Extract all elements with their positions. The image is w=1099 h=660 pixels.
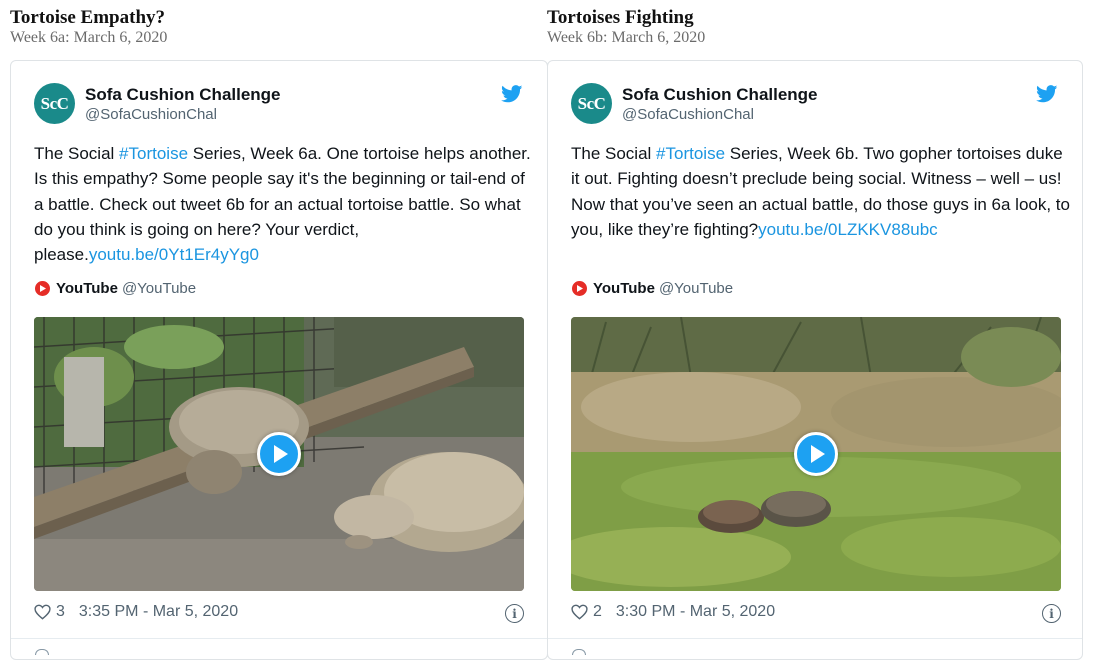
video-thumbnail[interactable] — [571, 317, 1061, 591]
youtube-icon — [572, 281, 587, 296]
tweet-text: The Social #Tortoise Series, Week 6b. Tw… — [571, 141, 1071, 242]
embedded-tweet[interactable]: ScC Sofa Cushion Challenge @SofaCushionC… — [10, 60, 548, 660]
youtube-icon — [35, 281, 50, 296]
account-name[interactable]: Sofa Cushion Challenge — [85, 85, 281, 105]
tweet-timestamp[interactable]: 3:35 PM - Mar 5, 2020 — [79, 603, 238, 621]
hashtag-link[interactable]: #Tortoise — [656, 144, 725, 163]
play-icon[interactable] — [794, 432, 838, 476]
twitter-bird-icon[interactable] — [1036, 85, 1058, 103]
reply-icon[interactable] — [35, 649, 49, 655]
post-title: Tortoise Empathy? — [10, 7, 166, 28]
post-subtitle: Week 6b: March 6, 2020 — [547, 29, 706, 46]
info-icon[interactable]: i — [505, 604, 524, 623]
embedded-tweet[interactable]: ScC Sofa Cushion Challenge @SofaCushionC… — [547, 60, 1083, 660]
heart-icon[interactable] — [571, 604, 588, 620]
video-link[interactable]: youtu.be/0LZKKV88ubc — [758, 220, 938, 239]
avatar[interactable]: ScC — [34, 83, 75, 124]
video-thumbnail[interactable] — [34, 317, 524, 591]
source-name: YouTube — [593, 280, 655, 297]
like-count: 2 — [593, 603, 602, 620]
footer-divider — [11, 638, 547, 639]
avatar[interactable]: ScC — [571, 83, 612, 124]
source-handle: @YouTube — [658, 280, 734, 297]
tweet-text-start: The Social — [571, 144, 657, 163]
account-handle[interactable]: @SofaCushionChal — [622, 106, 754, 123]
source-name: YouTube — [56, 280, 118, 297]
youtube-attribution[interactable]: YouTube @YouTube — [35, 280, 196, 297]
post-column-6b: Tortoises Fighting Week 6b: March 6, 202… — [547, 0, 1083, 660]
info-icon[interactable]: i — [1042, 604, 1061, 623]
source-handle: @YouTube — [121, 280, 197, 297]
video-link[interactable]: youtu.be/0Yt1Er4yYg0 — [89, 245, 259, 264]
post-column-6a: Tortoise Empathy? Week 6a: March 6, 2020… — [10, 0, 548, 660]
tweet-footer: 2 3:30 PM - Mar 5, 2020 i — [571, 603, 1061, 623]
like-count: 3 — [56, 603, 65, 620]
post-title: Tortoises Fighting — [547, 7, 694, 28]
twitter-bird-icon[interactable] — [501, 85, 523, 103]
heart-icon[interactable] — [34, 604, 51, 620]
tweet-text-start: The Social — [34, 144, 120, 163]
youtube-attribution[interactable]: YouTube @YouTube — [572, 280, 733, 297]
footer-divider — [548, 638, 1082, 639]
tweet-footer: 3 3:35 PM - Mar 5, 2020 i — [34, 603, 524, 623]
reply-icon[interactable] — [572, 649, 586, 655]
account-name[interactable]: Sofa Cushion Challenge — [622, 85, 818, 105]
play-icon[interactable] — [257, 432, 301, 476]
tweet-timestamp[interactable]: 3:30 PM - Mar 5, 2020 — [616, 603, 775, 621]
hashtag-link[interactable]: #Tortoise — [119, 144, 188, 163]
tweet-text: The Social #Tortoise Series, Week 6a. On… — [34, 141, 534, 267]
post-subtitle: Week 6a: March 6, 2020 — [10, 29, 168, 46]
account-handle[interactable]: @SofaCushionChal — [85, 106, 217, 123]
